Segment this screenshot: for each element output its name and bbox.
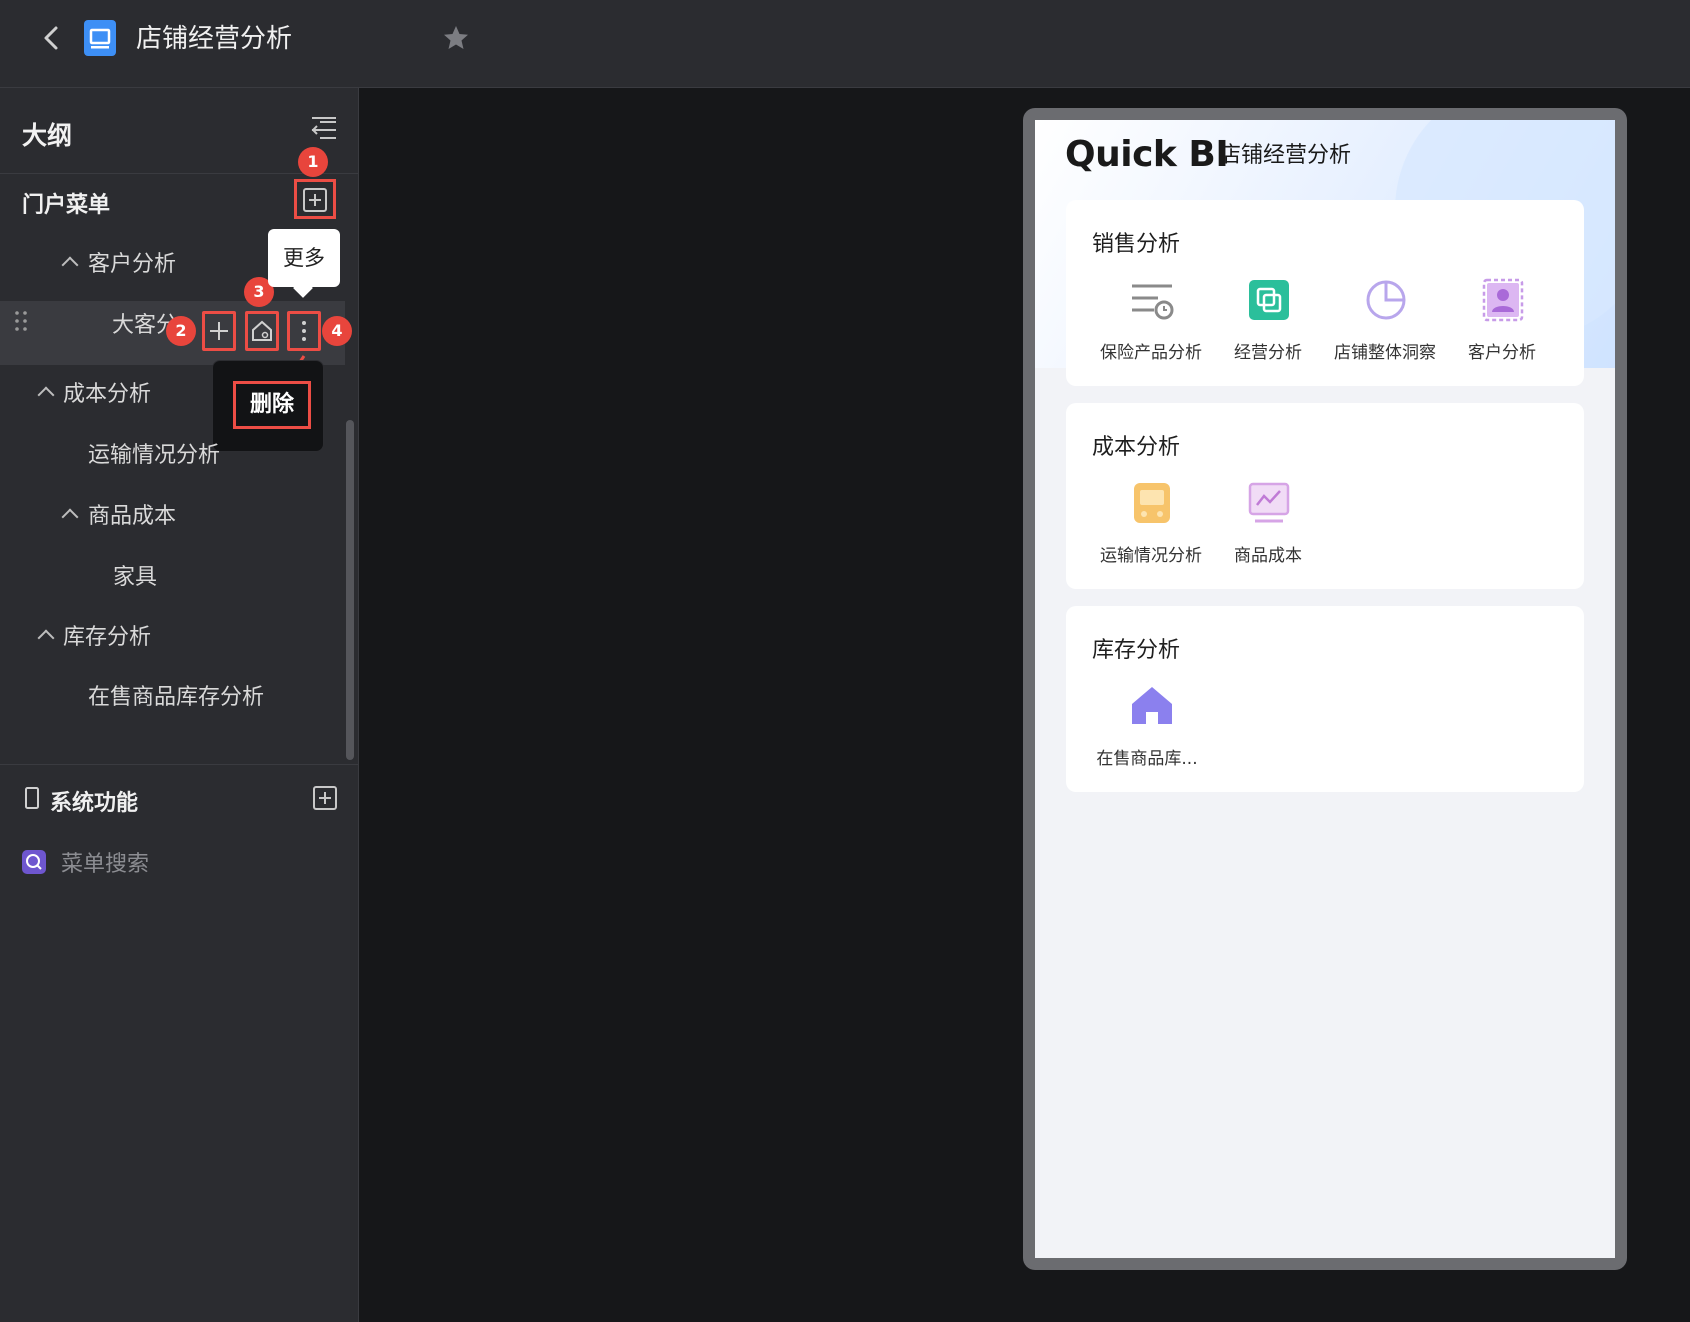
section-card-inventory: 库存分析 在售商品库... (1066, 606, 1584, 792)
chevron-up-icon[interactable] (37, 386, 55, 404)
chevron-up-icon[interactable] (61, 508, 79, 526)
section-card-sales: 销售分析 保险产品分析 经营分析 店铺整体洞察 客户分析 (1066, 200, 1584, 386)
mobile-device-icon (25, 787, 39, 809)
section-title: 库存分析 (1092, 638, 1181, 663)
collapse-outline-icon[interactable] (310, 116, 338, 144)
menu-item-product-cost[interactable]: 商品成本 (88, 498, 176, 530)
favorite-star-icon[interactable] (440, 22, 472, 54)
add-menu-button[interactable] (303, 188, 327, 212)
menu-item-cost-analysis[interactable]: 成本分析 (63, 376, 151, 408)
tile-label: 在售商品库... (1096, 749, 1198, 769)
pie-chart-icon (1366, 280, 1406, 320)
system-functions-title: 系统功能 (50, 791, 139, 816)
section-title: 成本分析 (1092, 435, 1181, 460)
chevron-up-icon[interactable] (61, 256, 79, 274)
portal-menu-title: 门户菜单 (22, 193, 111, 218)
outline-sidebar: 大纲 门户菜单 1 客户分析 大客分 2 3 4 更多 删除 成本分析 运输情况… (0, 88, 359, 1322)
drag-handle-icon[interactable] (14, 310, 28, 332)
tile-label: 商品成本 (1234, 546, 1302, 566)
house-icon (1132, 687, 1172, 724)
context-menu: 删除 (212, 360, 324, 452)
list-clock-icon (1132, 284, 1174, 320)
dashboard-app-icon (84, 20, 116, 56)
chevron-up-icon[interactable] (37, 629, 55, 647)
annotation-badge-2: 2 (166, 316, 196, 346)
menu-item-customer-analysis[interactable]: 客户分析 (88, 246, 176, 278)
menu-item-menu-search[interactable]: 菜单搜索 (61, 846, 149, 878)
tile-label: 店铺整体洞察 (1334, 343, 1436, 363)
line-monitor-icon (1248, 482, 1290, 523)
annotation-badge-4: 4 (322, 316, 352, 346)
back-arrow-icon[interactable] (34, 20, 70, 56)
section-title: 销售分析 (1092, 232, 1181, 257)
tile-label: 运输情况分析 (1100, 546, 1202, 566)
sidebar-scrollbar[interactable] (346, 420, 354, 760)
menu-item-transport-analysis[interactable]: 运输情况分析 (88, 437, 220, 469)
menu-item-furniture[interactable]: 家具 (113, 559, 157, 591)
top-bar: 店铺经营分析 (0, 0, 1690, 88)
more-button[interactable] (287, 311, 321, 351)
tile-label: 客户分析 (1468, 343, 1536, 363)
annotation-badge-1: 1 (298, 147, 328, 177)
user-card-icon (1482, 278, 1524, 322)
mobile-preview-screen: Quick BI 店铺经营分析 销售分析 保险产品分析 经营分析 店铺整体洞察 (1035, 120, 1615, 1258)
copy-square-icon (1249, 280, 1289, 320)
add-child-button[interactable] (202, 311, 236, 351)
tile-label: 经营分析 (1234, 343, 1302, 363)
menu-item-inventory-analysis[interactable]: 库存分析 (63, 619, 151, 651)
search-icon (22, 850, 46, 874)
train-icon (1134, 483, 1170, 523)
more-tooltip: 更多 (268, 229, 340, 287)
page-title: 店铺经营分析 (136, 24, 293, 54)
section-divider (0, 764, 359, 765)
add-system-function-button[interactable] (313, 786, 337, 810)
section-card-cost: 成本分析 运输情况分析 商品成本 (1066, 403, 1584, 589)
set-home-button[interactable] (245, 311, 279, 351)
quick-bi-logo: Quick BI (1065, 134, 1229, 175)
menu-item-on-sale-inventory[interactable]: 在售商品库存分析 (88, 679, 264, 711)
preview-portal-title: 店铺经营分析 (1219, 143, 1352, 168)
delete-menu-item[interactable]: 删除 (233, 381, 311, 429)
tile-label: 保险产品分析 (1100, 343, 1202, 363)
sidebar-title: 大纲 (22, 121, 73, 150)
